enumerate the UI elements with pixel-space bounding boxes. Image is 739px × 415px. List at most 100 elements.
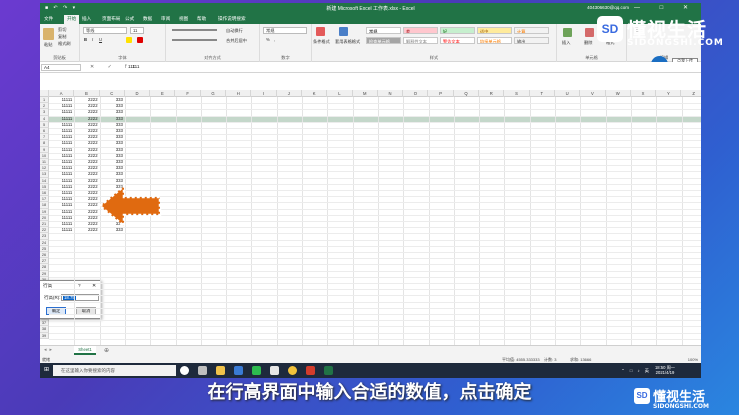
zoom-level[interactable]: 100% (688, 357, 698, 362)
tab-2[interactable]: 插入 (82, 16, 91, 22)
gridline (49, 165, 701, 167)
wrap-text-button[interactable]: 自动换行 (226, 28, 243, 34)
conditional-format-button[interactable]: 条件格式 (313, 39, 330, 45)
delete-cells-icon[interactable] (585, 28, 594, 37)
cell-style-3[interactable]: 适中 (477, 27, 512, 34)
cut-button[interactable]: 剪切 (58, 27, 66, 33)
column-header[interactable]: H (226, 90, 252, 97)
column-header[interactable]: J (277, 90, 302, 97)
column-header[interactable]: W (606, 90, 631, 97)
excel-taskbar-icon[interactable] (324, 366, 333, 375)
cell-style-9[interactable]: 输出 (514, 37, 549, 44)
tab-4[interactable]: 公式 (125, 16, 134, 22)
percent-button[interactable]: % (266, 37, 270, 42)
tab-7[interactable]: 视图 (179, 16, 188, 22)
row-header[interactable]: 39 (40, 332, 49, 339)
taskbar-search-box[interactable]: 在这里输入你要搜索的内容 (53, 365, 176, 376)
column-header[interactable]: N (378, 90, 404, 97)
table-format-button[interactable]: 套用表格格式 (335, 39, 360, 45)
file-explorer-icon[interactable] (216, 366, 225, 375)
column-header[interactable]: S (504, 90, 530, 97)
underline-button[interactable]: U (99, 37, 102, 42)
tab-6[interactable]: 审阅 (161, 16, 170, 22)
tab-9[interactable]: 操作说明搜索 (218, 16, 246, 22)
insert-cells-icon[interactable] (563, 28, 572, 37)
column-header[interactable]: C (100, 90, 125, 97)
tab-3[interactable]: 页面布局 (102, 16, 120, 22)
cell-style-7[interactable]: 警告文本 (440, 37, 475, 44)
column-header[interactable]: R (479, 90, 505, 97)
photoshop-icon[interactable] (234, 366, 243, 375)
add-sheet-icon[interactable]: ⊕ (104, 347, 109, 354)
column-header[interactable]: Q (454, 90, 480, 97)
table-cell[interactable]: 2222 (74, 97, 98, 103)
delete-cells-button[interactable]: 删除 (584, 40, 592, 46)
column-header[interactable]: A (49, 90, 75, 97)
column-header[interactable]: M (353, 90, 378, 97)
column-header[interactable]: T (530, 90, 555, 97)
tab-5[interactable]: 数据 (143, 16, 152, 22)
cell-style-4[interactable]: 计算 (514, 27, 549, 34)
column-header[interactable]: F (176, 90, 201, 97)
align-left-icon[interactable] (172, 39, 217, 41)
cell-style-6[interactable]: 解释性文本 (403, 37, 438, 44)
column-header[interactable]: D (125, 90, 151, 97)
column-header[interactable]: G (201, 90, 227, 97)
column-header[interactable]: U (555, 90, 581, 97)
insert-cells-button[interactable]: 插入 (562, 40, 570, 46)
system-tray[interactable]: ⌃ □ ♪ 英 (621, 368, 651, 374)
font-color-icon[interactable] (137, 37, 143, 43)
conditional-format-icon[interactable] (316, 27, 325, 36)
italic-button[interactable]: I (92, 37, 93, 42)
chrome-icon[interactable] (288, 366, 297, 375)
wechat-icon[interactable] (252, 366, 261, 375)
fill-color-icon[interactable] (126, 37, 132, 43)
windows-start-icon[interactable]: ⊞ (44, 367, 50, 373)
cell-style-2[interactable]: 好 (440, 27, 475, 34)
tab-8[interactable]: 帮助 (197, 16, 206, 22)
paste-button[interactable]: 粘贴 (44, 42, 52, 48)
column-header[interactable]: V (580, 90, 606, 97)
taskbar-clock[interactable]: 18:50 周一 2021/4/19 (655, 365, 675, 375)
select-all-corner[interactable] (40, 90, 49, 97)
comma-button[interactable]: , (274, 37, 275, 42)
column-header[interactable]: X (631, 90, 657, 97)
cell-style-1[interactable]: 差 (403, 27, 438, 34)
number-format-select[interactable]: 常规 (263, 27, 307, 34)
table-cell[interactable]: 11111 (49, 97, 73, 103)
column-header[interactable]: Z (682, 90, 702, 97)
formula-input[interactable]: 11111 (128, 64, 139, 70)
window-controls[interactable]: — □ ✕ (634, 4, 697, 11)
cell-style-0[interactable]: 常规 (366, 27, 401, 34)
tab-0[interactable]: 文件 (44, 16, 53, 22)
column-header[interactable]: K (302, 90, 328, 97)
column-header[interactable]: I (251, 90, 277, 97)
sheet-nav-arrows[interactable]: ◂▸ (44, 347, 55, 353)
merge-center-button[interactable]: 合并后居中 (226, 38, 247, 44)
table-format-icon[interactable] (339, 27, 348, 36)
column-header[interactable]: B (74, 90, 100, 97)
bold-button[interactable]: B (84, 37, 87, 42)
column-header[interactable]: O (403, 90, 429, 97)
align-top-icon[interactable] (172, 29, 217, 31)
column-header[interactable]: Y (656, 90, 682, 97)
cortana-icon[interactable] (180, 366, 189, 375)
app-icon[interactable] (270, 366, 279, 375)
recorder-icon[interactable] (306, 366, 315, 375)
format-painter-button[interactable]: 格式刷 (58, 41, 71, 47)
sheet-tab-sheet1[interactable]: Sheet1 (74, 346, 96, 355)
column-header[interactable]: L (327, 90, 353, 97)
task-view-icon[interactable] (198, 366, 207, 375)
font-size-select[interactable]: 11 (130, 27, 144, 34)
table-cell[interactable]: 333 (100, 97, 123, 103)
copy-button[interactable]: 复制 (58, 34, 66, 40)
account-label[interactable]: 404306630@qq.com (587, 5, 629, 10)
tab-1[interactable]: 开始 (64, 15, 80, 24)
font-name-select[interactable]: 等线 (83, 27, 127, 34)
cell-style-5[interactable]: 检查单元格 (366, 37, 401, 44)
cell-style-8[interactable]: 链接单元格 (477, 37, 512, 44)
column-header[interactable]: P (429, 90, 454, 97)
paste-icon[interactable] (43, 28, 54, 40)
name-box[interactable]: A4 (41, 64, 81, 71)
column-header[interactable]: E (150, 90, 176, 97)
